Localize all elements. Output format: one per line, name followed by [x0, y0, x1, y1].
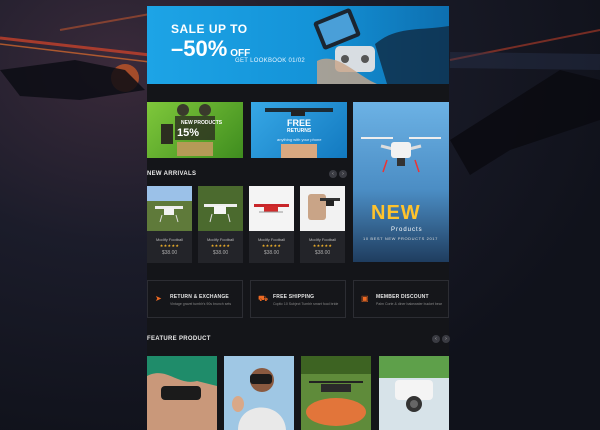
product-image [198, 186, 243, 231]
feature-image [147, 356, 217, 430]
product-card[interactable]: Modify Football ★★★★★ $38.00 [198, 186, 243, 263]
product-rating: ★★★★★ [261, 243, 282, 248]
product-card[interactable]: Modify Football ★★★★★ $38.00 [147, 186, 192, 263]
promo-tile-discount[interactable]: NEW PRODUCTS 15% [147, 102, 243, 158]
service-member-discount: ▣ MEMBER DISCOUNT Palm Corte & diner bak… [353, 280, 449, 318]
new-arrivals-next-button[interactable]: › [339, 170, 347, 178]
feature-next-button[interactable]: › [442, 335, 450, 343]
promo-tile-discount-value: 15% [177, 127, 200, 139]
product-rating: ★★★★★ [210, 243, 231, 248]
hero-discount-value: –50% [171, 36, 228, 61]
promo-tile-discount-label: NEW PRODUCTS [181, 120, 223, 126]
feature-item-camera-drone[interactable] [379, 356, 449, 430]
truck-icon: ⛟ [258, 294, 269, 303]
service-free-shipping: ⛟ FREE SHIPPING Coptic 10 Subject Tumblr… [250, 280, 346, 318]
product-name[interactable]: Modify Football [300, 237, 345, 242]
promo-tile-products-label: Products [391, 227, 423, 233]
product-name[interactable]: Modify Football [249, 237, 294, 242]
feature-item-controller[interactable] [147, 356, 217, 430]
product-card[interactable]: Modify Football ★★★★★ $38.00 [300, 186, 345, 263]
hero-banner[interactable]: SALE UP TO –50% OFF GET LOOKBOOK 01/02 [147, 6, 449, 84]
service-return-exchange: ➤ RETURN & EXCHANGE Vintage gravel tumbl… [147, 280, 243, 318]
promo-tile-new-label: NEW [371, 202, 421, 224]
product-price: $38.00 [161, 250, 178, 256]
new-arrivals-title: NEW ARRIVALS [147, 171, 197, 177]
product-rating: ★★★★★ [159, 243, 180, 248]
promo-tile-new-products[interactable]: NEW Products 10 BEST NEW PRODUCTS 2017 [353, 102, 449, 262]
service-title: MEMBER DISCOUNT [376, 294, 429, 300]
product-card[interactable]: Modify Football ★★★★★ $38.00 [249, 186, 294, 263]
feature-prev-button[interactable]: ‹ [432, 335, 440, 343]
paper-plane-icon: ➤ [155, 294, 162, 303]
service-description: Palm Corte & diner bakewater bucket bear [376, 302, 442, 306]
service-description: Coptic 10 Subject Tumblr smart food brid… [273, 302, 339, 306]
product-price: $38.00 [212, 250, 229, 256]
product-name[interactable]: Modify Football [198, 237, 243, 242]
feature-product-title: FEATURE PRODUCT [147, 336, 211, 342]
feature-item-drone-field[interactable] [301, 356, 371, 430]
product-image [300, 186, 345, 231]
feature-image [379, 356, 449, 430]
promo-tile-free-returns[interactable]: FREE RETURNS anything with your phone [251, 102, 347, 158]
product-rating: ★★★★★ [312, 243, 333, 248]
hero-drone-controller-image [313, 8, 449, 84]
hero-headline: SALE UP TO [171, 22, 248, 36]
service-description: Vintage gravel tumblr's 90s brunch sets [170, 302, 232, 306]
store-page: SALE UP TO –50% OFF GET LOOKBOOK 01/02 NE… [147, 6, 450, 430]
promo-tile-best-label: 10 BEST NEW PRODUCTS 2017 [363, 236, 438, 241]
feature-image [224, 356, 294, 430]
feature-item-vr-headset[interactable] [224, 356, 294, 430]
product-price: $38.00 [314, 250, 331, 256]
product-name[interactable]: Modify Football [147, 237, 192, 242]
promo-tile-caption: anything with your phone [277, 137, 322, 142]
service-title: RETURN & EXCHANGE [170, 294, 229, 300]
new-arrivals-prev-button[interactable]: ‹ [329, 170, 337, 178]
white-drone-image [361, 137, 441, 173]
feature-image [301, 356, 371, 430]
service-title: FREE SHIPPING [273, 294, 315, 300]
hero-subtext: GET LOOKBOOK 01/02 [235, 58, 305, 64]
product-image [147, 186, 192, 231]
product-price: $38.00 [263, 250, 280, 256]
promo-tile-returns-label: RETURNS [287, 128, 312, 134]
product-image [249, 186, 294, 231]
gift-icon: ▣ [361, 294, 369, 303]
promo-tile-free-label: FREE [287, 118, 312, 128]
